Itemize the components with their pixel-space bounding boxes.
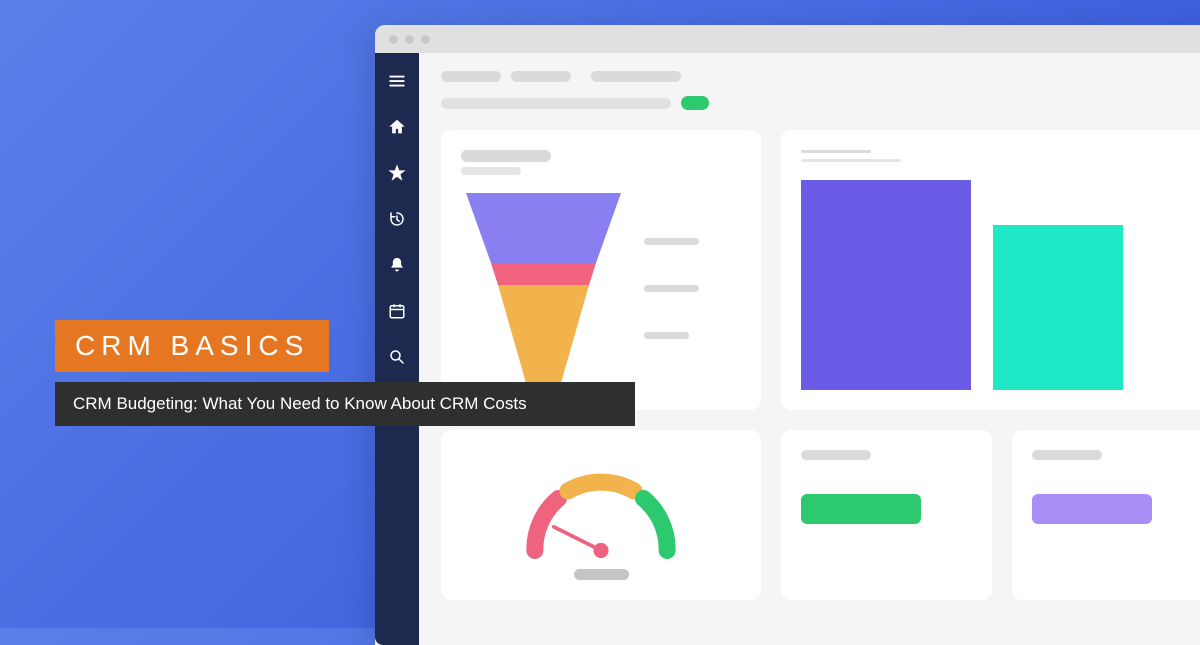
menu-icon[interactable] — [387, 71, 407, 91]
subheader-skeleton — [441, 98, 671, 109]
card-title-skeleton — [461, 150, 551, 162]
funnel-chart — [461, 193, 626, 383]
action-button-green[interactable] — [801, 494, 921, 524]
bell-icon[interactable] — [387, 255, 407, 275]
window-close-dot[interactable] — [389, 35, 398, 44]
star-icon[interactable] — [387, 163, 407, 183]
blocks-card — [781, 130, 1200, 410]
card-title-skeleton — [801, 150, 871, 153]
category-badge: CRM BASICS — [55, 320, 329, 372]
search-icon[interactable] — [387, 347, 407, 367]
window-minimize-dot[interactable] — [405, 35, 414, 44]
funnel-legend — [644, 193, 699, 383]
gauge-chart — [506, 456, 696, 565]
calendar-icon[interactable] — [387, 301, 407, 321]
card-subtitle-skeleton — [801, 159, 901, 162]
header-skeleton — [591, 71, 681, 82]
home-icon[interactable] — [387, 117, 407, 137]
legend-skeleton — [644, 332, 689, 339]
window-titlebar — [375, 25, 1200, 53]
legend-skeleton — [644, 238, 699, 245]
action-button-purple[interactable] — [1032, 494, 1152, 524]
bar-teal — [993, 225, 1123, 390]
sidebar — [375, 53, 419, 645]
gauge-card — [441, 430, 761, 600]
small-card-green — [781, 430, 992, 600]
funnel-card — [441, 130, 761, 410]
small-card-purple — [1012, 430, 1200, 600]
browser-window — [375, 25, 1200, 645]
article-title: CRM Budgeting: What You Need to Know Abo… — [55, 382, 635, 426]
bar-chart — [801, 180, 1200, 390]
header-row — [441, 71, 1200, 82]
header-skeleton — [511, 71, 571, 82]
bar-purple — [801, 180, 971, 390]
subheader-row — [441, 96, 1200, 110]
card-subtitle-skeleton — [461, 167, 521, 175]
card-title-skeleton — [1032, 450, 1102, 460]
legend-skeleton — [644, 285, 699, 292]
status-pill — [681, 96, 709, 110]
card-title-skeleton — [801, 450, 871, 460]
header-skeleton — [441, 71, 501, 82]
window-maximize-dot[interactable] — [421, 35, 430, 44]
gauge-label-skeleton — [574, 569, 629, 580]
main-content — [419, 53, 1200, 645]
history-icon[interactable] — [387, 209, 407, 229]
